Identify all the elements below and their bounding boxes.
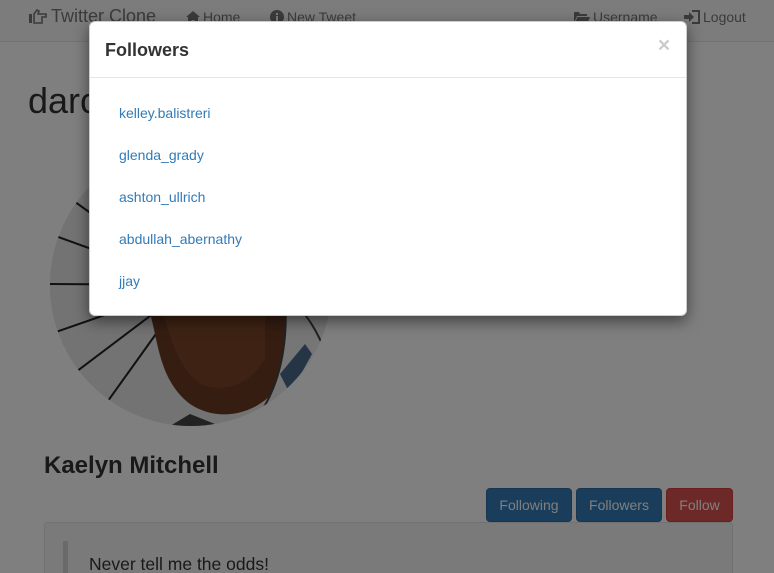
followers-modal: Followers × kelley.balistreri glenda_gra… — [89, 21, 687, 316]
list-item: ashton_ullrich — [119, 188, 242, 230]
list-item: kelley.balistreri — [119, 104, 242, 146]
follower-link[interactable]: jjay — [119, 273, 140, 289]
follower-link[interactable]: kelley.balistreri — [119, 105, 211, 121]
app-screen: Twitter Clone Home New Tweet Username — [0, 0, 774, 573]
follower-link[interactable]: abdullah_abernathy — [119, 231, 242, 247]
close-icon[interactable]: × — [656, 35, 672, 56]
modal-title: Followers — [105, 40, 190, 60]
follower-link[interactable]: glenda_grady — [119, 147, 204, 163]
list-item: jjay — [119, 272, 242, 314]
list-item: glenda_grady — [119, 146, 242, 188]
follower-list: kelley.balistreri glenda_grady ashton_ul… — [119, 104, 242, 314]
modal-header: Followers × — [90, 22, 686, 78]
list-item: abdullah_abernathy — [119, 230, 242, 272]
follower-link[interactable]: ashton_ullrich — [119, 189, 205, 205]
